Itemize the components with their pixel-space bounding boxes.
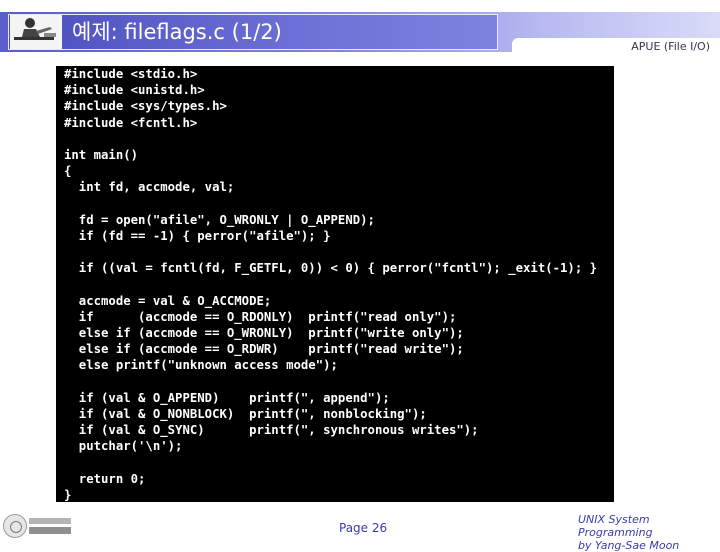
course-credit: UNIX System Programming by Yang-Sae Moon: [578, 513, 720, 552]
code-line: if (accmode == O_RDONLY) printf("read on…: [64, 309, 457, 324]
code-line: else if (accmode == O_RDWR) printf("read…: [64, 342, 464, 357]
code-line: putchar('\n');: [64, 439, 183, 454]
code-line: if (val & O_APPEND) printf(", append");: [64, 390, 390, 405]
code-line: #include <sys/types.h>: [64, 99, 227, 114]
code-line: if ((val = fcntl(fd, F_GETFL, 0)) < 0) {…: [64, 261, 598, 276]
code-line: int main(): [64, 147, 139, 162]
code-line: fd = open("afile", O_WRONLY | O_APPEND);: [64, 212, 375, 227]
code-line: if (val & O_NONBLOCK) printf(", nonblock…: [64, 406, 427, 421]
university-logo: [3, 514, 71, 538]
code-line: accmode = val & O_ACCMODE;: [64, 293, 272, 308]
professor-icon: [14, 18, 56, 40]
code-line: if (fd == -1) { perror("afile"); }: [64, 228, 331, 243]
course-name: UNIX System Programming: [578, 513, 653, 539]
code-line: }: [64, 487, 72, 502]
code-panel: #include <stdio.h> #include <unistd.h> #in…: [56, 66, 614, 502]
section-subtitle: APUE (File I/O): [631, 40, 710, 53]
code-line: #include <fcntl.h>: [64, 115, 198, 130]
code-line: #include <unistd.h>: [64, 83, 205, 98]
code-line: {: [64, 164, 72, 179]
code-line: int fd, accmode, val;: [64, 180, 235, 195]
page-number: Page 26: [339, 521, 388, 535]
professor-logo: [10, 15, 62, 49]
university-seal-icon: [3, 514, 27, 538]
code-line: else printf("unknown access mode");: [64, 358, 338, 373]
department-wordmark: [29, 527, 71, 534]
code-line: if (val & O_SYNC) printf(", synchronous …: [64, 423, 479, 438]
code-line: else if (accmode == O_WRONLY) printf("wr…: [64, 326, 464, 340]
code-line: #include <stdio.h>: [64, 67, 198, 81]
course-author: by Yang-Sae Moon: [578, 539, 680, 552]
code-listing: #include <stdio.h> #include <unistd.h> #in…: [64, 66, 597, 503]
university-wordmark: [29, 518, 71, 524]
slide-title: 예제: fileflags.c (1/2): [72, 20, 282, 44]
code-line: return 0;: [64, 471, 146, 486]
